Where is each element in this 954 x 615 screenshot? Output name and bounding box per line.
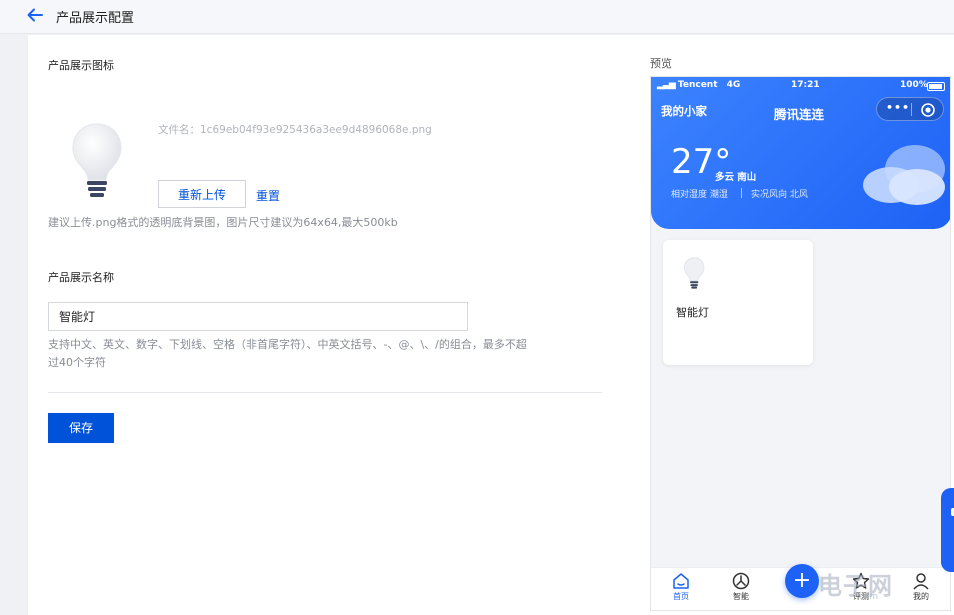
lightbulb-icon (683, 257, 707, 289)
add-device-button[interactable]: + (785, 564, 819, 598)
tab-smart[interactable]: 智能 (721, 572, 761, 602)
top-bar: 产品展示配置 (0, 0, 954, 34)
home-icon (673, 573, 689, 589)
capsule-divider (911, 103, 912, 116)
tab-smart-label: 智能 (733, 592, 749, 601)
phone-preview: ▂▃▅ Tencent 4G 17:21 100% 我的小家 腾讯连连 ••• … (650, 76, 951, 611)
weather-condition: 多云 南山 (715, 172, 757, 183)
name-section-label: 产品展示名称 (48, 271, 114, 284)
device-name: 智能灯 (676, 306, 709, 319)
icon-hint: 建议上传.png格式的透明底背景图，图片尺寸建议为64x64,最大500kb (48, 216, 398, 229)
reupload-button[interactable]: 重新上传 (158, 180, 246, 208)
close-target-icon[interactable] (921, 102, 935, 117)
tab-mine[interactable]: 我的 (901, 572, 941, 602)
wind: 实况风向 北风 (751, 190, 808, 200)
home-name[interactable]: 我的小家 (661, 103, 707, 119)
status-carrier: ▂▃▅ Tencent 4G (657, 80, 741, 90)
floating-widget[interactable] (941, 488, 954, 572)
back-arrow-icon[interactable] (26, 6, 44, 24)
cloud-icon (857, 139, 949, 209)
icon-section-label: 产品展示图标 (48, 59, 114, 72)
name-hint-line2: 过40个字符 (48, 356, 106, 369)
lightbulb-icon (70, 122, 128, 200)
more-icon[interactable]: ••• (886, 101, 910, 114)
user-icon (913, 573, 929, 590)
humidity: 相对湿度 潮湿 (671, 190, 728, 200)
tab-home[interactable]: 首页 (661, 572, 701, 602)
reset-link[interactable]: 重置 (256, 187, 280, 204)
app-title: 腾讯连连 (774, 107, 825, 122)
phone-header: ▂▃▅ Tencent 4G 17:21 100% 我的小家 腾讯连连 ••• … (651, 77, 950, 229)
watermark-domain: .com (856, 592, 879, 602)
device-card[interactable]: 智能灯 (663, 240, 813, 365)
tab-home-label: 首页 (673, 592, 689, 601)
file-name: 文件名：1c69eb04f93e925436a3ee9d4896068e.png (158, 124, 432, 136)
mini-program-capsule: ••• (876, 97, 944, 121)
divider (48, 392, 602, 393)
smart-icon (732, 572, 750, 590)
tab-mine-label: 我的 (913, 592, 929, 601)
status-battery: 100% (900, 80, 928, 90)
battery-icon (927, 82, 945, 91)
name-hint-line1: 支持中文、英文、数字、下划线、空格（非首尾字符）、中英文括号、-、@、\、/的组… (48, 338, 527, 351)
weather-divider (741, 188, 742, 198)
save-button[interactable]: 保存 (48, 413, 114, 443)
preview-label: 预览 (650, 57, 672, 70)
page-title: 产品展示配置 (56, 11, 135, 26)
status-time: 17:21 (791, 80, 820, 90)
product-name-input[interactable] (48, 302, 468, 331)
signal-icon: ▂▃▅ (657, 80, 676, 90)
